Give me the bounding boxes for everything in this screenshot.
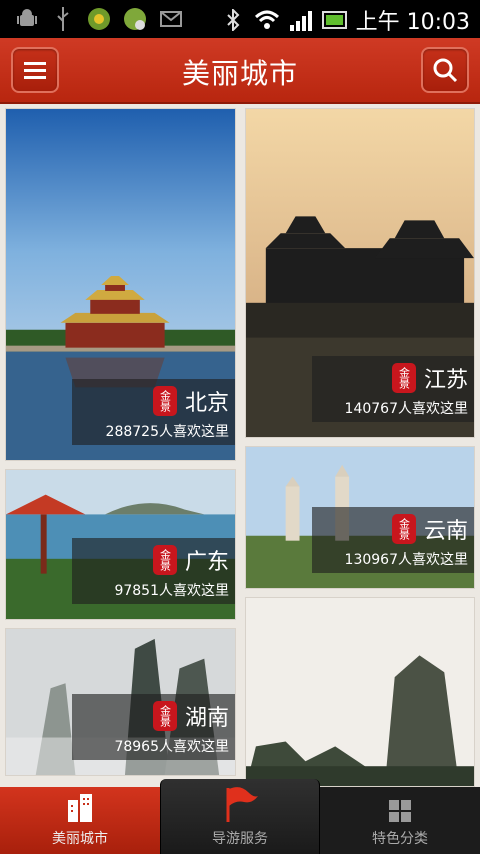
- likes-count: 130967人喜欢这里: [344, 552, 468, 568]
- grid-icon: [389, 800, 411, 822]
- flag-icon: [226, 787, 258, 822]
- city-photo: [246, 598, 474, 786]
- brand-seal-icon: 金景: [391, 514, 416, 544]
- city-label: 金景 江苏 140767人喜欢这里: [312, 356, 474, 422]
- search-button[interactable]: [421, 47, 469, 93]
- city-name: 广东: [184, 550, 229, 575]
- title-bar: 美丽城市: [0, 38, 480, 104]
- city-card-karst[interactable]: [245, 597, 475, 787]
- likes-count: 78965人喜欢这里: [114, 739, 229, 755]
- likes-count: 140767人喜欢这里: [344, 401, 468, 417]
- tab-guide-service[interactable]: 导游服务: [160, 779, 320, 854]
- status-bar: 上午 10:03: [0, 0, 480, 38]
- mail-icon: [158, 6, 184, 32]
- tab-featured-categories[interactable]: 特色分类: [320, 787, 480, 854]
- app-notification-icon: [86, 6, 112, 32]
- bluetooth-icon: [220, 7, 246, 33]
- city-name: 北京: [184, 391, 229, 416]
- search-icon: [433, 58, 458, 83]
- city-card-beijing[interactable]: 金景 北京 288725人喜欢这里: [5, 108, 236, 461]
- brand-seal-icon: 金景: [152, 386, 177, 416]
- city-label: 金景 湖南 78965人喜欢这里: [72, 694, 235, 760]
- tab-label: 导游服务: [212, 831, 268, 847]
- tab-label: 美丽城市: [52, 831, 108, 847]
- android-debug-icon: [14, 6, 40, 32]
- city-name: 江苏: [423, 368, 468, 393]
- city-card-hunan[interactable]: 金景 湖南 78965人喜欢这里: [5, 628, 236, 776]
- city-name: 湖南: [184, 706, 229, 731]
- app-update-icon: [122, 6, 148, 32]
- likes-count: 288725人喜欢这里: [105, 424, 229, 440]
- wifi-icon: [254, 7, 280, 33]
- city-label: 金景 广东 97851人喜欢这里: [72, 538, 235, 604]
- brand-seal-icon: 金景: [391, 363, 416, 393]
- city-label: 金景 云南 130967人喜欢这里: [312, 507, 474, 573]
- signal-icon: [288, 7, 314, 33]
- city-card-yunnan[interactable]: 金景 云南 130967人喜欢这里: [245, 446, 475, 589]
- city-card-guangdong[interactable]: 金景 广东 97851人喜欢这里: [5, 469, 236, 620]
- brand-seal-icon: 金景: [152, 545, 177, 575]
- bottom-nav: 美丽城市 导游服务 特色分类: [0, 779, 480, 854]
- tab-beautiful-cities[interactable]: 美丽城市: [0, 787, 160, 854]
- city-card-jiangsu[interactable]: 金景 江苏 140767人喜欢这里: [245, 108, 475, 438]
- status-time: 上午 10:03: [355, 10, 470, 35]
- city-name: 云南: [423, 519, 468, 544]
- tab-label: 特色分类: [372, 831, 428, 847]
- page-title: 美丽城市: [181, 57, 298, 90]
- battery-icon: [321, 7, 348, 33]
- brand-seal-icon: 金景: [152, 701, 177, 731]
- city-label: 金景 北京 288725人喜欢这里: [72, 379, 235, 445]
- likes-count: 97851人喜欢这里: [114, 583, 229, 599]
- usb-icon: [50, 6, 76, 32]
- city-buildings-icon: [68, 794, 92, 822]
